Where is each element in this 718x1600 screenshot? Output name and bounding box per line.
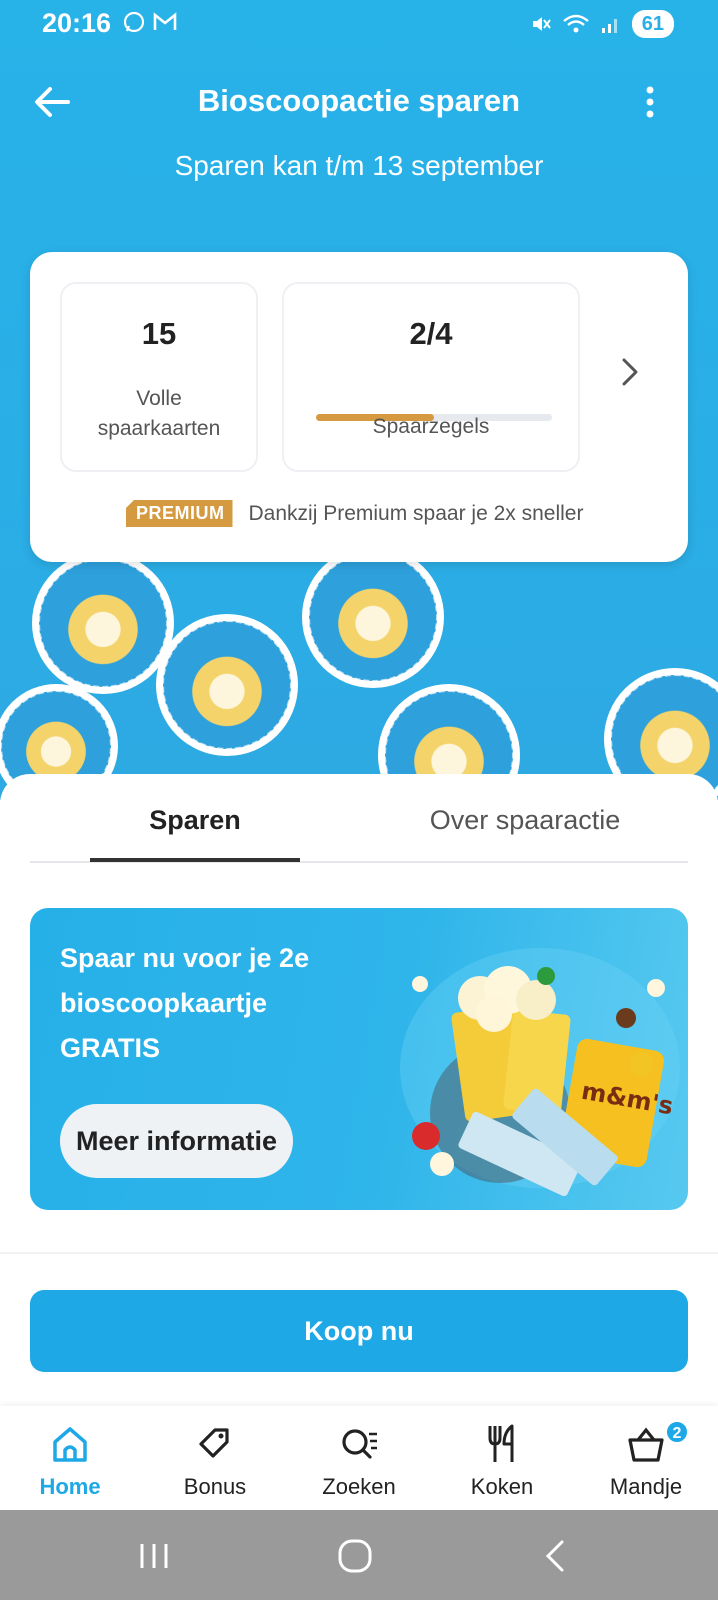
recent-apps-icon[interactable]	[130, 1532, 178, 1580]
full-cards-tile: 15 Volle spaarkaarten	[60, 282, 258, 472]
home-icon	[53, 1427, 87, 1462]
wifi-icon	[562, 14, 589, 33]
nav-home[interactable]: Home	[5, 1416, 135, 1506]
stamp-image	[32, 552, 174, 694]
system-navigation-bar	[0, 1510, 718, 1600]
page-title: Bioscoopactie sparen	[197, 83, 521, 118]
tab-over-spaaractie[interactable]: Over spaaractie	[380, 798, 670, 842]
nav-koken[interactable]: Koken	[437, 1416, 567, 1506]
status-bar: 20:16 61	[0, 0, 718, 48]
back-button-icon[interactable]	[532, 1532, 580, 1580]
nav-mandje[interactable]: 2 Mandje	[581, 1416, 711, 1506]
nav-koken-label: Koken	[470, 1474, 534, 1499]
signal-icon	[601, 19, 617, 33]
basket-icon	[628, 1427, 664, 1462]
buy-now-button[interactable]: Koop nu	[30, 1290, 688, 1372]
chevron-right-icon[interactable]	[612, 354, 648, 390]
whatsapp-icon	[123, 11, 145, 33]
stamps-tile: 2/4 Spaarzegels	[282, 282, 580, 472]
promo-banner[interactable]: Spaar nu voor je 2e bioscoopkaartje GRAT…	[30, 908, 688, 1210]
cart-count-badge: 2	[665, 1420, 689, 1444]
stamps-count: 2/4	[409, 316, 453, 351]
more-options-icon[interactable]	[630, 82, 670, 122]
cutlery-icon	[488, 1424, 514, 1462]
status-time: 20:16	[42, 8, 112, 38]
section-divider	[0, 1252, 718, 1254]
active-tab-indicator	[90, 858, 300, 862]
bottom-navigation: Home Bonus Zoeken Koken 2 Mandje	[0, 1406, 718, 1510]
mute-icon	[532, 17, 551, 31]
content-sheet: Sparen Over spaaractie Spaar nu voor je …	[0, 774, 718, 1406]
nav-home-label: Home	[39, 1474, 101, 1499]
savings-summary-card[interactable]: 15 Volle spaarkaarten 2/4 Spaarzegels PR…	[30, 252, 688, 562]
stamps-label: Spaarzegels	[372, 415, 490, 438]
nav-mandje-label: Mandje	[609, 1474, 683, 1499]
nav-bonus-label: Bonus	[183, 1474, 247, 1499]
hero-background: 20:16 61 Bioscoopactie sparen Sparen kan…	[0, 0, 718, 826]
nav-zoeken[interactable]: Zoeken	[294, 1416, 424, 1506]
search-list-icon	[342, 1429, 377, 1459]
full-cards-count: 15	[141, 316, 177, 351]
full-cards-label: Volle spaarkaarten	[97, 387, 221, 440]
tag-icon	[199, 1428, 229, 1458]
tab-sparen[interactable]: Sparen	[90, 798, 300, 842]
gmail-icon	[153, 12, 177, 30]
home-button-icon[interactable]	[331, 1532, 379, 1580]
page-subtitle: Sparen kan t/m 13 september	[174, 150, 544, 181]
stamp-image	[156, 614, 298, 756]
promo-text: Spaar nu voor je 2e bioscoopkaartje GRAT…	[60, 943, 310, 1063]
stamp-image	[302, 546, 444, 688]
battery-indicator: 61	[631, 10, 674, 38]
more-info-button[interactable]: Meer informatie	[60, 1104, 294, 1178]
nav-bonus[interactable]: Bonus	[150, 1416, 280, 1506]
premium-badge: PREMIUM	[126, 500, 233, 527]
nav-zoeken-label: Zoeken	[322, 1474, 396, 1499]
popcorn-tickets-image: m&m's	[400, 948, 680, 1197]
premium-info: PREMIUM Dankzij Premium spaar je 2x snel…	[126, 500, 583, 527]
premium-text: Dankzij Premium spaar je 2x sneller	[248, 501, 584, 525]
